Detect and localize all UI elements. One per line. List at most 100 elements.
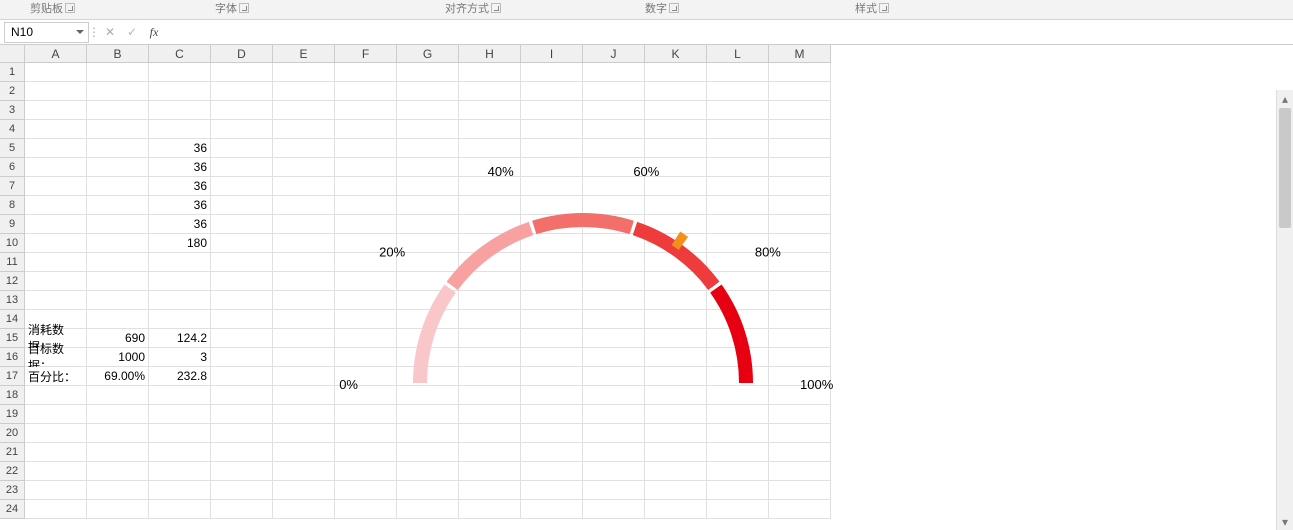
cell-E6[interactable] (273, 158, 335, 177)
cell-J20[interactable] (583, 424, 645, 443)
cell-M21[interactable] (769, 443, 831, 462)
row-header-21[interactable]: 21 (0, 443, 25, 462)
row-header-10[interactable]: 10 (0, 234, 25, 253)
cell-M22[interactable] (769, 462, 831, 481)
cell-G22[interactable] (397, 462, 459, 481)
dialog-launcher-icon[interactable] (669, 3, 679, 13)
cell-F21[interactable] (335, 443, 397, 462)
cell-F18[interactable] (335, 386, 397, 405)
cell-H20[interactable] (459, 424, 521, 443)
cell-K23[interactable] (645, 481, 707, 500)
cell-L4[interactable] (707, 120, 769, 139)
cell-D18[interactable] (211, 386, 273, 405)
cell-C15[interactable]: 124.2 (149, 329, 211, 348)
cell-A17[interactable]: 百分比： (25, 367, 87, 386)
cell-L9[interactable] (707, 215, 769, 234)
cell-A10[interactable] (25, 234, 87, 253)
cell-E4[interactable] (273, 120, 335, 139)
cell-H4[interactable] (459, 120, 521, 139)
cell-F3[interactable] (335, 101, 397, 120)
cell-J8[interactable] (583, 196, 645, 215)
cell-C10[interactable]: 180 (149, 234, 211, 253)
column-header-H[interactable]: H (459, 45, 521, 63)
cell-G4[interactable] (397, 120, 459, 139)
cell-H3[interactable] (459, 101, 521, 120)
cell-H7[interactable] (459, 177, 521, 196)
cell-M18[interactable] (769, 386, 831, 405)
cell-A18[interactable] (25, 386, 87, 405)
cell-K11[interactable] (645, 253, 707, 272)
cell-K16[interactable] (645, 348, 707, 367)
row-header-5[interactable]: 5 (0, 139, 25, 158)
cell-L21[interactable] (707, 443, 769, 462)
cell-G11[interactable] (397, 253, 459, 272)
cell-I18[interactable] (521, 386, 583, 405)
cell-H1[interactable] (459, 63, 521, 82)
cell-H8[interactable] (459, 196, 521, 215)
cell-C9[interactable]: 36 (149, 215, 211, 234)
cell-G24[interactable] (397, 500, 459, 519)
cell-L14[interactable] (707, 310, 769, 329)
cell-M6[interactable] (769, 158, 831, 177)
cell-H5[interactable] (459, 139, 521, 158)
cell-F5[interactable] (335, 139, 397, 158)
cell-K24[interactable] (645, 500, 707, 519)
cell-D16[interactable] (211, 348, 273, 367)
cell-F22[interactable] (335, 462, 397, 481)
cell-E17[interactable] (273, 367, 335, 386)
cell-C4[interactable] (149, 120, 211, 139)
row-header-23[interactable]: 23 (0, 481, 25, 500)
cell-A1[interactable] (25, 63, 87, 82)
cell-G13[interactable] (397, 291, 459, 310)
scrollbar-thumb[interactable] (1279, 108, 1291, 228)
cell-D24[interactable] (211, 500, 273, 519)
row-header-6[interactable]: 6 (0, 158, 25, 177)
row-header-16[interactable]: 16 (0, 348, 25, 367)
cell-M15[interactable] (769, 329, 831, 348)
cell-I10[interactable] (521, 234, 583, 253)
cell-J11[interactable] (583, 253, 645, 272)
cell-I14[interactable] (521, 310, 583, 329)
cell-H18[interactable] (459, 386, 521, 405)
row-header-3[interactable]: 3 (0, 101, 25, 120)
dialog-launcher-icon[interactable] (879, 3, 889, 13)
cell-E12[interactable] (273, 272, 335, 291)
cell-I16[interactable] (521, 348, 583, 367)
cell-B16[interactable]: 1000 (87, 348, 149, 367)
cell-J24[interactable] (583, 500, 645, 519)
cell-B18[interactable] (87, 386, 149, 405)
cell-G5[interactable] (397, 139, 459, 158)
column-header-M[interactable]: M (769, 45, 831, 63)
cell-J7[interactable] (583, 177, 645, 196)
cell-C21[interactable] (149, 443, 211, 462)
cell-E22[interactable] (273, 462, 335, 481)
cell-L24[interactable] (707, 500, 769, 519)
cell-M20[interactable] (769, 424, 831, 443)
cell-M23[interactable] (769, 481, 831, 500)
cell-F12[interactable] (335, 272, 397, 291)
cell-B7[interactable] (87, 177, 149, 196)
cell-I8[interactable] (521, 196, 583, 215)
cell-C1[interactable] (149, 63, 211, 82)
cell-B14[interactable] (87, 310, 149, 329)
chevron-down-icon[interactable] (76, 30, 84, 34)
cell-E5[interactable] (273, 139, 335, 158)
row-headers[interactable]: 123456789101112131415161718192021222324 (0, 63, 25, 519)
cell-G20[interactable] (397, 424, 459, 443)
cell-A11[interactable] (25, 253, 87, 272)
column-header-C[interactable]: C (149, 45, 211, 63)
cell-A4[interactable] (25, 120, 87, 139)
cell-M5[interactable] (769, 139, 831, 158)
column-header-A[interactable]: A (25, 45, 87, 63)
cell-F17[interactable] (335, 367, 397, 386)
dialog-launcher-icon[interactable] (239, 3, 249, 13)
row-header-4[interactable]: 4 (0, 120, 25, 139)
cell-L3[interactable] (707, 101, 769, 120)
cell-B19[interactable] (87, 405, 149, 424)
cell-E2[interactable] (273, 82, 335, 101)
cell-D12[interactable] (211, 272, 273, 291)
column-header-F[interactable]: F (335, 45, 397, 63)
cell-J2[interactable] (583, 82, 645, 101)
cell-F6[interactable] (335, 158, 397, 177)
cell-B4[interactable] (87, 120, 149, 139)
